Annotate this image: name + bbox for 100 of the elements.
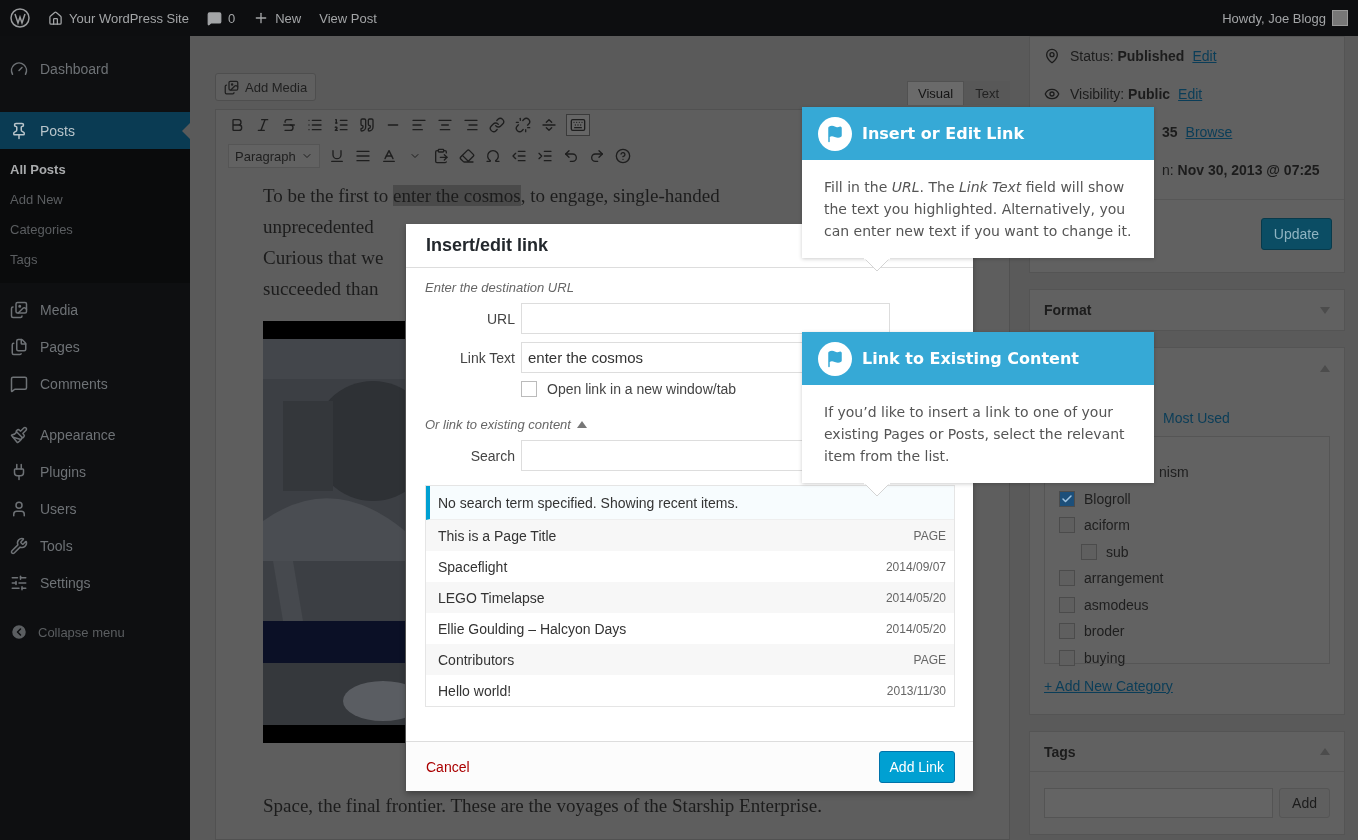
checkbox[interactable] — [521, 381, 537, 397]
submenu-item[interactable]: Tags — [0, 245, 190, 275]
category-item[interactable]: arrangement — [1059, 565, 1329, 592]
sliders-icon — [10, 573, 28, 592]
strikethrough-icon[interactable] — [281, 117, 297, 133]
check-icon — [1061, 492, 1073, 505]
notice-text: No search term specified. Showing recent items. — [426, 486, 954, 520]
collapse-menu-button[interactable]: Collapse menu — [0, 615, 190, 649]
tooltip-title: Insert or Edit Link — [862, 124, 1025, 143]
add-link-button[interactable]: Add Link — [878, 750, 955, 783]
comments-link[interactable]: 0 — [206, 10, 236, 26]
panel-title: Tags — [1044, 743, 1076, 760]
bold-icon[interactable] — [229, 117, 245, 133]
user-icon — [10, 499, 28, 518]
underline-icon[interactable] — [329, 148, 345, 164]
category-item[interactable]: Blogroll — [1059, 485, 1329, 512]
caret-icon[interactable] — [576, 421, 587, 428]
tooltip-text: Fill in the URL. The Link Text field will show the text you highlighted. Alternatively, you can enter new text if you want to change it. — [823, 178, 1133, 241]
comment-icon — [10, 374, 28, 393]
align-left-icon[interactable] — [411, 117, 427, 133]
menu-item[interactable]: Comments — [0, 365, 190, 402]
align-center-icon[interactable] — [437, 117, 453, 133]
bullet-list-icon[interactable] — [307, 117, 323, 133]
panel-title: Format — [1044, 302, 1092, 318]
status-text: Status: Published — [1070, 48, 1185, 64]
field-label: Link Text — [459, 349, 515, 366]
eraser-icon[interactable] — [459, 148, 475, 164]
field-label: URL — [486, 310, 515, 327]
pages-icon — [10, 337, 28, 356]
tooltip-text: If you’d like to insert a link to one of your existing Pages or Posts, select the relevant item from the list. — [823, 403, 1126, 466]
logo-icon[interactable] — [10, 8, 30, 28]
menu-item[interactable]: Pages — [0, 328, 190, 365]
redo-icon[interactable] — [589, 148, 605, 164]
new-link[interactable]: New — [253, 10, 302, 26]
help-icon[interactable] — [615, 148, 631, 164]
brush-icon — [10, 425, 28, 444]
quote-icon[interactable] — [359, 117, 375, 133]
pin-icon — [10, 121, 28, 140]
undo-icon[interactable] — [563, 148, 579, 164]
paragraph-line: unprecedented — [263, 215, 374, 239]
add-tag-button[interactable]: Add — [1279, 788, 1330, 818]
read-more-icon[interactable] — [541, 117, 557, 133]
result-row[interactable]: LEGO Timelapse 2014/05/20 — [426, 582, 954, 613]
indent-icon[interactable] — [537, 148, 553, 164]
submenu-item[interactable]: Categories — [0, 215, 190, 245]
unlink-icon[interactable] — [515, 117, 531, 133]
update-button[interactable]: Update — [1260, 218, 1332, 250]
link-icon[interactable] — [489, 117, 505, 133]
submenu-item[interactable]: All Posts — [0, 155, 190, 185]
align-right-icon[interactable] — [463, 117, 479, 133]
cancel-link[interactable]: Cancel — [426, 758, 470, 775]
menu-item[interactable]: Appearance — [0, 416, 190, 453]
menu-item[interactable]: Dashboard — [0, 50, 190, 87]
images-icon — [10, 300, 28, 319]
menu-item[interactable]: Users — [0, 490, 190, 527]
menu-item[interactable]: Media — [0, 291, 190, 328]
gauge-icon — [10, 59, 28, 78]
editor-tab[interactable]: Visual — [906, 81, 965, 105]
add-media-button[interactable]: Add Media — [215, 73, 317, 101]
submenu-item[interactable]: Add New — [0, 185, 190, 215]
status-text: Visibility: Public — [1070, 86, 1171, 102]
status-text: 35 — [1162, 124, 1178, 140]
result-row[interactable]: This is a Page Title PAGE — [426, 520, 954, 551]
toolbar-toggle-button[interactable] — [566, 114, 590, 136]
outdent-icon[interactable] — [511, 148, 527, 164]
pin-icon — [1044, 48, 1060, 64]
menu-item[interactable]: Settings — [0, 564, 190, 601]
flag-icon — [818, 341, 852, 376]
keyboard-icon — [570, 117, 586, 133]
menu-item[interactable]: Posts — [0, 112, 190, 149]
media-icon — [224, 79, 239, 95]
paste-icon[interactable] — [433, 148, 449, 164]
site-link[interactable]: Your WordPress Site — [48, 10, 189, 26]
numbered-list-icon[interactable] — [333, 117, 349, 133]
text-color-icon[interactable] — [381, 148, 397, 164]
checkbox[interactable] — [1059, 490, 1075, 507]
menu-item[interactable]: Tools — [0, 527, 190, 564]
category-item[interactable]: buying — [1059, 644, 1329, 671]
italic-icon[interactable] — [255, 117, 271, 133]
url-field[interactable] — [521, 303, 890, 334]
eye-icon — [1044, 86, 1060, 102]
justify-icon[interactable] — [355, 148, 371, 164]
paragraph-line: Space, the final frontier. These are the voyages of the Starship Enterprise. — [263, 794, 822, 818]
view-post-link[interactable]: View Post — [319, 10, 377, 26]
paragraph-line: succeeded than — [263, 277, 379, 301]
category-item[interactable]: broder — [1059, 618, 1329, 645]
dialog-title: Insert/edit link — [426, 235, 549, 256]
account-link[interactable]: Howdy, Joe Blogg — [1222, 10, 1326, 26]
category-item[interactable]: asmodeus — [1059, 591, 1329, 618]
format-select[interactable]: Paragraph — [228, 144, 320, 168]
omega-icon[interactable] — [485, 148, 501, 164]
result-row[interactable]: Contributors PAGE — [426, 644, 954, 675]
avatar[interactable] — [1332, 10, 1348, 26]
comment-icon — [206, 10, 222, 26]
wrench-icon — [10, 536, 28, 555]
field-label: Search — [469, 447, 515, 464]
category-item[interactable]: aciform — [1059, 512, 1329, 539]
menu-item[interactable]: Plugins — [0, 453, 190, 490]
category-item[interactable]: sub — [1059, 538, 1329, 565]
collapse-icon — [10, 623, 28, 641]
